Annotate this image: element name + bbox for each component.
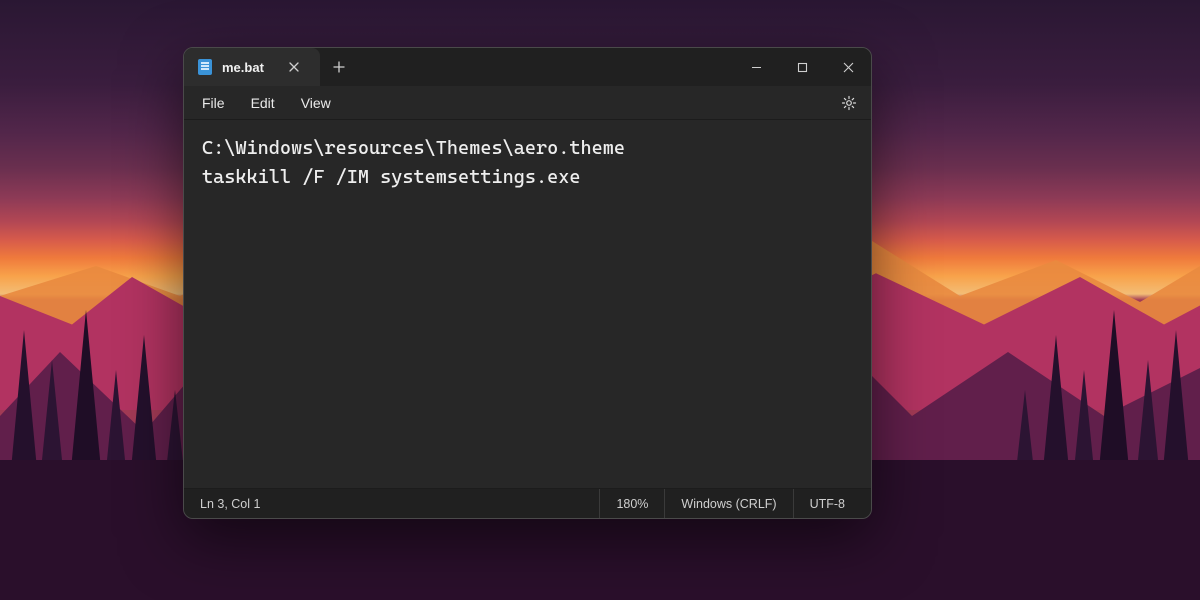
maximize-button[interactable]	[779, 48, 825, 86]
status-zoom[interactable]: 180%	[599, 489, 664, 518]
new-tab-button[interactable]	[320, 48, 358, 86]
statusbar: Ln 3, Col 1 180% Windows (CRLF) UTF-8	[184, 488, 871, 518]
minimize-button[interactable]	[733, 48, 779, 86]
status-encoding[interactable]: UTF-8	[793, 489, 861, 518]
menu-file[interactable]: File	[190, 90, 237, 116]
wallpaper-trees	[0, 310, 210, 480]
tab-active[interactable]: me.bat	[184, 48, 320, 86]
maximize-icon	[797, 62, 808, 73]
menubar: File Edit View	[184, 86, 871, 120]
window-controls	[733, 48, 871, 86]
settings-button[interactable]	[833, 87, 865, 119]
titlebar-drag-region[interactable]	[358, 48, 733, 86]
notepad-window: me.bat	[183, 47, 872, 519]
close-icon	[843, 62, 854, 73]
titlebar[interactable]: me.bat	[184, 48, 871, 86]
editor-line: taskkill /F /IM systemsettings.exe	[202, 166, 581, 188]
document-icon	[198, 59, 212, 75]
wallpaper-trees	[990, 310, 1200, 480]
desktop-wallpaper: me.bat	[0, 0, 1200, 600]
status-line-ending[interactable]: Windows (CRLF)	[664, 489, 792, 518]
tab-close-button[interactable]	[280, 53, 308, 81]
plus-icon	[333, 61, 345, 73]
menu-edit[interactable]: Edit	[239, 90, 287, 116]
minimize-icon	[751, 62, 762, 73]
menu-view[interactable]: View	[289, 90, 343, 116]
text-editor[interactable]: C:\Windows\resources\Themes\aero.theme t…	[184, 120, 871, 488]
close-button[interactable]	[825, 48, 871, 86]
editor-line: C:\Windows\resources\Themes\aero.theme	[202, 137, 625, 159]
status-cursor[interactable]: Ln 3, Col 1	[194, 497, 260, 511]
close-icon	[289, 62, 299, 72]
gear-icon	[841, 95, 857, 111]
tab-title: me.bat	[222, 60, 264, 75]
